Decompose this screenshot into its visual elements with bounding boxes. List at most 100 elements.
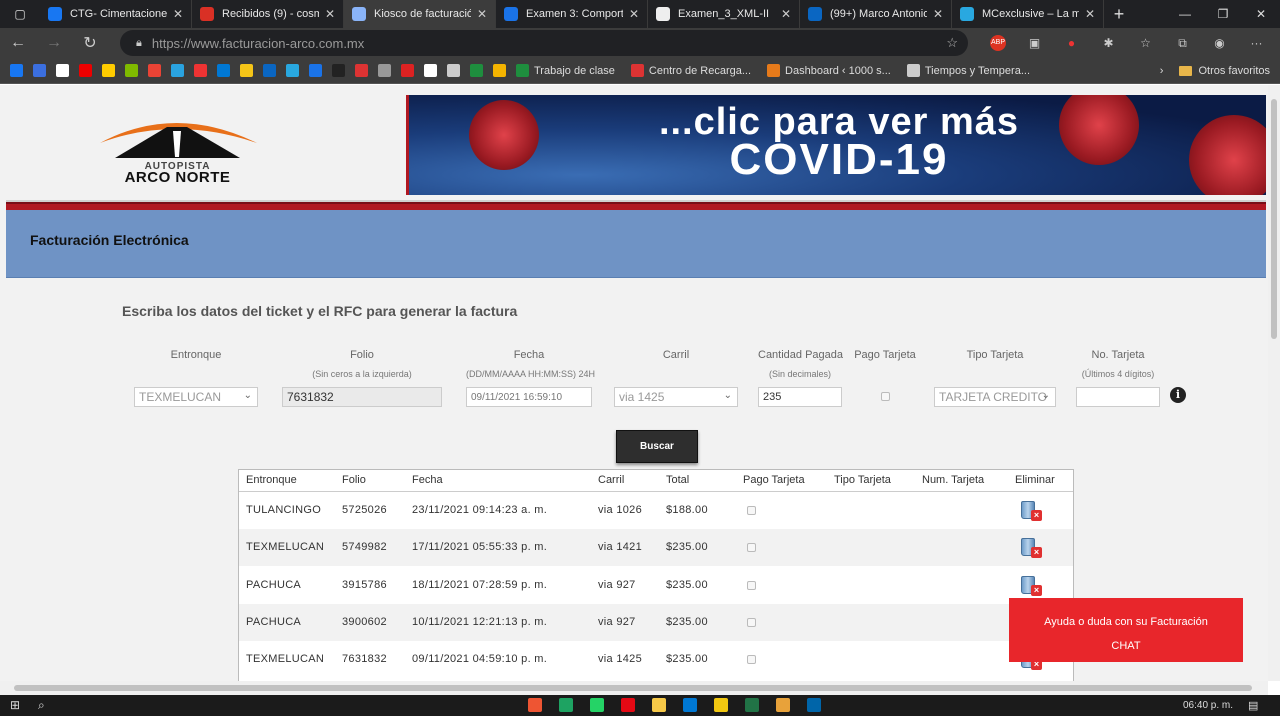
- pago-tarjeta-checkbox[interactable]: [881, 392, 890, 401]
- cantidad-input[interactable]: 235: [758, 387, 842, 407]
- taskbar-app-icon[interactable]: [714, 698, 728, 712]
- taskbar-app-icon[interactable]: [776, 698, 790, 712]
- taskbar-app-icon[interactable]: [745, 698, 759, 712]
- cell-folio: 3900602: [342, 615, 387, 628]
- bookmark-icon[interactable]: [125, 64, 138, 77]
- profile-avatar[interactable]: ◉: [1201, 36, 1238, 50]
- pago-tarjeta-checkbox[interactable]: [747, 543, 756, 553]
- folio-input[interactable]: 7631832: [282, 387, 442, 407]
- settings-menu-icon[interactable]: ···: [1238, 36, 1275, 50]
- pago-tarjeta-checkbox[interactable]: [747, 506, 756, 515]
- carril-select[interactable]: via 1425 ⌄: [614, 387, 738, 407]
- vertical-scrollbar[interactable]: [1268, 85, 1280, 681]
- pago-tarjeta-checkbox[interactable]: [747, 655, 756, 665]
- fecha-input[interactable]: 09/11/2021 16:59:10: [466, 387, 592, 407]
- favorites-icon[interactable]: ☆: [1127, 36, 1164, 50]
- delete-icon[interactable]: ×: [1019, 499, 1043, 523]
- bookmark-icon[interactable]: [378, 64, 391, 77]
- restore-icon[interactable]: ❐: [1204, 0, 1242, 28]
- taskbar-app-icon[interactable]: [559, 698, 573, 712]
- bookmark-icon[interactable]: [332, 64, 345, 77]
- bookmark-icon[interactable]: [493, 64, 506, 77]
- bookmark-icon[interactable]: [240, 64, 253, 77]
- browser-tab[interactable]: Kiosco de facturación ✕: [344, 0, 496, 28]
- browser-tab[interactable]: MCexclusive – La mej ✕: [952, 0, 1104, 28]
- entronque-select[interactable]: TEXMELUCAN ⌄: [134, 387, 258, 407]
- close-tab-icon[interactable]: ✕: [477, 7, 487, 21]
- bookmark-icon[interactable]: [355, 64, 368, 77]
- windows-start-icon[interactable]: ⊞: [10, 698, 20, 712]
- buscar-button[interactable]: Buscar: [616, 430, 698, 463]
- taskbar-app-icon[interactable]: [528, 698, 542, 712]
- bookmark-icon[interactable]: [309, 64, 322, 77]
- bookmark-link[interactable]: Trabajo de clase: [516, 64, 615, 77]
- tipo-tarjeta-select[interactable]: TARJETA CREDITO ⌄: [934, 387, 1056, 407]
- forward-icon[interactable]: →: [36, 34, 72, 52]
- browser-tab[interactable]: Recibidos (9) - cosmar ✕: [192, 0, 344, 28]
- bookmark-icon[interactable]: [148, 64, 161, 77]
- bookmark-icon[interactable]: [424, 64, 437, 77]
- bookmark-icon[interactable]: [263, 64, 276, 77]
- extension-icon[interactable]: ▣: [1016, 36, 1053, 50]
- delete-icon[interactable]: ×: [1019, 574, 1043, 598]
- bookmark-link[interactable]: Centro de Recarga...: [630, 64, 751, 77]
- close-tab-icon[interactable]: ✕: [173, 7, 183, 21]
- delete-icon[interactable]: ×: [1019, 536, 1043, 560]
- pago-tarjeta-checkbox[interactable]: [747, 580, 756, 590]
- search-icon[interactable]: ⌕: [38, 698, 45, 713]
- close-tab-icon[interactable]: ✕: [325, 7, 335, 21]
- clock-time[interactable]: 06:40 p. m.: [1183, 700, 1233, 711]
- bookmark-link[interactable]: Tiempos y Tempera...: [906, 64, 1030, 77]
- more-bookmarks-icon[interactable]: ›: [1160, 65, 1164, 77]
- horizontal-scrollbar[interactable]: [0, 681, 1268, 695]
- notifications-icon[interactable]: ▤: [1248, 699, 1258, 712]
- bookmark-icon[interactable]: [33, 64, 46, 77]
- browser-tab[interactable]: Examen_3_XML-II ✕: [648, 0, 800, 28]
- tab-actions-icon[interactable]: ▢: [0, 0, 40, 28]
- close-window-icon[interactable]: ✕: [1242, 0, 1280, 28]
- bookmark-icon[interactable]: [217, 64, 230, 77]
- bookmark-icon[interactable]: [79, 64, 92, 77]
- adblock-icon[interactable]: ABP: [990, 35, 1006, 51]
- info-icon[interactable]: i: [1170, 387, 1186, 403]
- url-bar[interactable]: 🔒︎ https://www.facturacion-arco.com.mx ☆: [120, 30, 968, 56]
- back-icon[interactable]: ←: [0, 34, 36, 52]
- no-tarjeta-input[interactable]: [1076, 387, 1160, 407]
- bookmark-icon[interactable]: [401, 64, 414, 77]
- bookmark-icon[interactable]: [102, 64, 115, 77]
- pago-tarjeta-checkbox[interactable]: [747, 617, 756, 627]
- extension-icon[interactable]: ●: [1053, 36, 1090, 50]
- lock-icon[interactable]: 🔒︎: [136, 37, 142, 50]
- taskbar-app-icon[interactable]: [683, 698, 697, 712]
- bookmark-icon[interactable]: [171, 64, 184, 77]
- browser-tab[interactable]: CTG- Cimentaciones | ✕: [40, 0, 192, 28]
- collections-icon[interactable]: ⧉: [1164, 36, 1201, 51]
- taskbar-app-icon[interactable]: [807, 698, 821, 712]
- browser-tab[interactable]: (99+) Marco Antonio ✕: [800, 0, 952, 28]
- taskbar-app-icon[interactable]: [621, 698, 635, 712]
- favorite-star-icon[interactable]: ☆: [946, 35, 958, 51]
- taskbar-app-icon[interactable]: [652, 698, 666, 712]
- new-tab-button[interactable]: +: [1104, 0, 1134, 28]
- cantidad-hint: (Sin decimales): [768, 369, 832, 379]
- extensions-icon[interactable]: ✱: [1090, 36, 1127, 50]
- bookmark-icon[interactable]: [56, 64, 69, 77]
- taskbar-app-icon[interactable]: [590, 698, 604, 712]
- refresh-icon[interactable]: ↻: [72, 33, 108, 53]
- other-favorites-link[interactable]: Otros favoritos: [1198, 65, 1270, 77]
- bookmark-icon[interactable]: [447, 64, 460, 77]
- bookmark-icon[interactable]: [10, 64, 23, 77]
- minimize-icon[interactable]: —: [1166, 0, 1204, 28]
- close-tab-icon[interactable]: ✕: [933, 7, 943, 21]
- bookmark-link[interactable]: Dashboard ‹ 1000 s...: [767, 64, 891, 77]
- covid-banner[interactable]: ...clic para ver más COVID-19: [406, 95, 1266, 195]
- close-tab-icon[interactable]: ✕: [629, 7, 639, 21]
- chat-widget[interactable]: Ayuda o duda con su Facturación CHAT: [1009, 598, 1243, 662]
- bookmark-icon[interactable]: [470, 64, 483, 77]
- arco-norte-logo[interactable]: AUTOPISTA ARCO NORTE: [95, 113, 260, 188]
- close-tab-icon[interactable]: ✕: [1085, 7, 1095, 21]
- close-tab-icon[interactable]: ✕: [781, 7, 791, 21]
- bookmark-icon[interactable]: [286, 64, 299, 77]
- browser-tab[interactable]: Examen 3: Comportan ✕: [496, 0, 648, 28]
- bookmark-icon[interactable]: [194, 64, 207, 77]
